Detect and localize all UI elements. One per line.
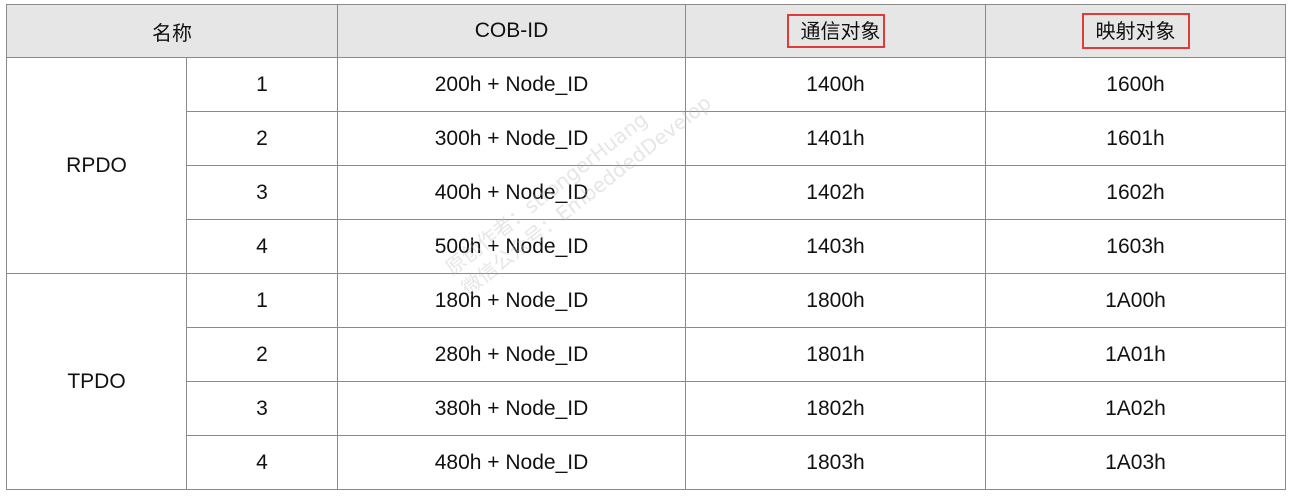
pdo-table-container: 名称 COB-ID 通信对象 映射对象 RPDO 1 200h + Node_I… <box>6 4 1286 490</box>
row-map-object: 1603h <box>985 219 1286 274</box>
row-cob-id: 180h + Node_ID <box>337 273 686 328</box>
header-comm-object-cell: 通信对象 <box>685 4 986 58</box>
header-map-object: 映射对象 <box>1081 13 1190 49</box>
row-map-object: 1601h <box>985 111 1286 166</box>
row-index: 3 <box>186 165 338 220</box>
pdo-mapping-table: 名称 COB-ID 通信对象 映射对象 RPDO 1 200h + Node_I… <box>6 4 1286 490</box>
row-cob-id: 280h + Node_ID <box>337 327 686 382</box>
row-index: 3 <box>186 381 338 436</box>
row-comm-object: 1400h <box>685 57 986 112</box>
row-index: 2 <box>186 111 338 166</box>
row-comm-object: 1803h <box>685 435 986 490</box>
table-row: RPDO 1 200h + Node_ID 1400h 1600h <box>6 57 1286 274</box>
row-comm-object: 1403h <box>685 219 986 274</box>
header-map-object-cell: 映射对象 <box>985 4 1286 58</box>
row-cob-id: 380h + Node_ID <box>337 381 686 436</box>
table-row: TPDO 1 180h + Node_ID 1800h 1A00h <box>6 273 1286 490</box>
group-label-rpdo: RPDO <box>6 57 187 274</box>
row-map-object: 1A02h <box>985 381 1286 436</box>
table-row: 4 500h + Node_ID 1403h 1603h <box>7 219 1286 274</box>
row-index: 2 <box>186 327 338 382</box>
header-cob-id: COB-ID <box>337 4 686 58</box>
row-map-object: 1A01h <box>985 327 1286 382</box>
row-cob-id: 400h + Node_ID <box>337 165 686 220</box>
row-comm-object: 1402h <box>685 165 986 220</box>
table-row: 3 380h + Node_ID 1802h 1A02h <box>7 381 1286 436</box>
header-name: 名称 <box>6 4 338 58</box>
row-map-object: 1A03h <box>985 435 1286 490</box>
row-index: 1 <box>186 273 338 328</box>
row-comm-object: 1801h <box>685 327 986 382</box>
row-cob-id: 500h + Node_ID <box>337 219 686 274</box>
row-map-object: 1600h <box>985 57 1286 112</box>
row-cob-id: 200h + Node_ID <box>337 57 686 112</box>
row-comm-object: 1401h <box>685 111 986 166</box>
table-row: 2 300h + Node_ID 1401h 1601h <box>7 111 1286 166</box>
row-index: 1 <box>186 57 338 112</box>
row-comm-object: 1802h <box>685 381 986 436</box>
row-index: 4 <box>186 435 338 490</box>
row-map-object: 1A00h <box>985 273 1286 328</box>
row-comm-object: 1800h <box>685 273 986 328</box>
group-label-tpdo: TPDO <box>6 273 187 490</box>
table-row: 3 400h + Node_ID 1402h 1602h <box>7 165 1286 220</box>
header-row: 名称 COB-ID 通信对象 映射对象 <box>6 4 1286 58</box>
header-comm-object: 通信对象 <box>786 14 885 48</box>
table-row: 2 280h + Node_ID 1801h 1A01h <box>7 327 1286 382</box>
row-cob-id: 480h + Node_ID <box>337 435 686 490</box>
table-row: 4 480h + Node_ID 1803h 1A03h <box>7 435 1286 490</box>
row-map-object: 1602h <box>985 165 1286 220</box>
row-index: 4 <box>186 219 338 274</box>
row-cob-id: 300h + Node_ID <box>337 111 686 166</box>
